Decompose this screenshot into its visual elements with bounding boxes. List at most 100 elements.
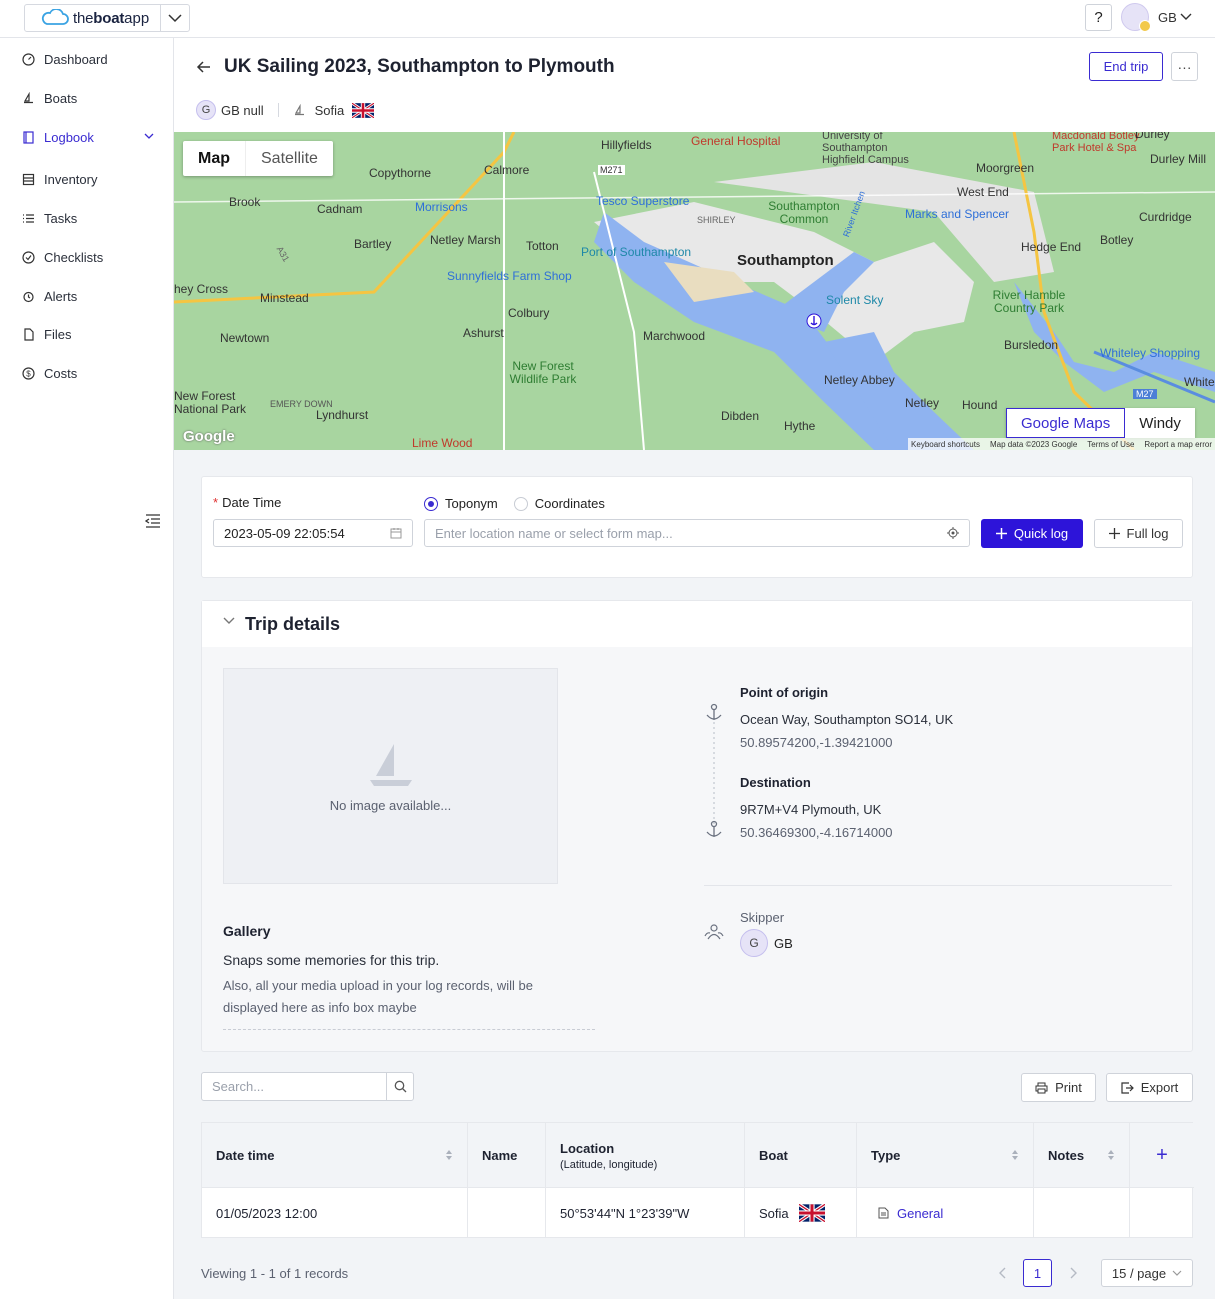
no-image-text: No image available...	[329, 797, 452, 813]
app-logo[interactable]: the boat app	[25, 5, 161, 31]
records-search-input[interactable]: Search...	[201, 1072, 414, 1101]
dashboard-icon	[22, 53, 35, 66]
files-icon	[24, 328, 34, 341]
help-button[interactable]: ?	[1085, 4, 1112, 31]
column-header-type[interactable]: Type	[857, 1123, 1034, 1188]
date-time-input[interactable]: 2023-05-09 22:05:54	[213, 519, 413, 547]
sidebar-item-logbook[interactable]: Logbook	[22, 130, 94, 145]
back-arrow-icon[interactable]	[196, 59, 212, 75]
date-time-label: * Date Time	[213, 495, 282, 510]
sidebar-item-inventory[interactable]: Inventory	[22, 172, 97, 187]
location-mode-radio: Toponym Coordinates	[424, 496, 605, 511]
destination-coordinates: 50.36469300,-4.16714000	[740, 825, 893, 840]
trip-header: UK Sailing 2023, Southampton to Plymouth…	[174, 38, 1215, 132]
chevron-down-icon[interactable]	[223, 616, 235, 626]
map-label: Newtown	[220, 331, 270, 345]
sidebar-item-costs[interactable]: $ Costs	[22, 366, 77, 381]
collapse-sidebar-icon[interactable]	[145, 514, 161, 528]
app-switcher-dropdown[interactable]	[161, 13, 189, 23]
map-label: Durley Mill	[1150, 152, 1207, 166]
search-button[interactable]	[386, 1073, 413, 1100]
locate-icon[interactable]	[947, 527, 959, 539]
full-log-button[interactable]: Full log	[1094, 519, 1183, 548]
column-header-datetime[interactable]: Date time	[202, 1123, 468, 1188]
chevron-right-icon	[1070, 1267, 1077, 1279]
sidebar-item-label: Logbook	[44, 130, 94, 145]
map-label: Southampton	[737, 252, 834, 269]
sidebar-item-files[interactable]: Files	[22, 327, 71, 342]
costs-icon: $	[22, 367, 35, 380]
add-column-button[interactable]: +	[1130, 1123, 1194, 1188]
boat-icon	[294, 103, 304, 115]
map-label: hey Cross	[174, 282, 229, 296]
map-label: West End	[957, 185, 1009, 199]
user-initials[interactable]: GB	[1158, 10, 1177, 25]
user-menu-chevron-icon[interactable]	[1180, 8, 1192, 26]
sidebar-item-tasks[interactable]: Tasks	[22, 211, 77, 226]
map-data-text: Map data ©2023 Google	[989, 439, 1078, 449]
cell-datetime: 01/05/2023 12:00	[202, 1188, 468, 1238]
column-header-notes[interactable]: Notes	[1034, 1123, 1130, 1188]
map-label: M27	[1133, 389, 1157, 399]
main-content: UK Sailing 2023, Southampton to Plymouth…	[174, 38, 1215, 1299]
trip-details-card: Trip details No image available... Galle…	[201, 600, 1193, 1052]
inventory-icon	[22, 173, 35, 186]
map-label: SHIRLEY	[697, 215, 736, 225]
document-icon	[878, 1207, 889, 1219]
map-marker-icon[interactable]	[806, 313, 822, 329]
sort-icon[interactable]	[1107, 1149, 1115, 1161]
sort-icon[interactable]	[1011, 1149, 1019, 1161]
page-button-1[interactable]: 1	[1023, 1259, 1052, 1287]
map-label: Curdridge	[1139, 210, 1192, 224]
skipper-avatar: G	[740, 929, 768, 957]
app-switcher[interactable]: the boat app	[24, 4, 190, 32]
map-label: Hedge End	[1021, 240, 1082, 254]
calendar-icon	[390, 528, 402, 539]
windy-button[interactable]: Windy	[1125, 408, 1195, 438]
sort-icon[interactable]	[445, 1149, 453, 1161]
radio-toponym[interactable]: Toponym	[424, 496, 498, 511]
map-label: University of Southampton Highfield Camp…	[822, 132, 909, 166]
prev-page-button[interactable]	[993, 1259, 1013, 1287]
cell-location: 50°53'44"N 1°23'39"W	[546, 1188, 745, 1238]
chevron-left-icon	[999, 1267, 1006, 1279]
print-button[interactable]: Print	[1021, 1073, 1096, 1102]
sailboat-icon	[369, 743, 412, 786]
terms-link[interactable]: Terms of Use	[1087, 440, 1134, 449]
type-link[interactable]: General	[897, 1206, 943, 1221]
user-avatar[interactable]	[1121, 3, 1151, 32]
location-input[interactable]: Enter location name or select form map..…	[424, 519, 970, 547]
plus-icon	[995, 528, 1007, 539]
map-label: Totton	[526, 239, 559, 253]
sidebar-item-label: Boats	[44, 91, 78, 106]
sidebar-item-alerts[interactable]: Alerts	[22, 289, 77, 304]
map-label: Marchwood	[643, 329, 706, 343]
end-trip-button[interactable]: End trip	[1089, 52, 1163, 81]
sidebar-item-boats[interactable]: Boats	[22, 91, 77, 106]
destination-section: Destination 9R7M+V4 Plymouth, UK 50.3646…	[740, 775, 893, 840]
report-error-link[interactable]: Report a map error	[1144, 440, 1212, 449]
sidebar-item-label: Files	[44, 327, 72, 342]
radio-coordinates[interactable]: Coordinates	[513, 496, 605, 511]
quick-log-card: * Date Time 2023-05-09 22:05:54 Toponym C…	[201, 476, 1193, 578]
map-label: General Hospital	[691, 134, 781, 148]
quick-log-button[interactable]: Quick log	[981, 519, 1083, 548]
records-table: Date time Name Location (Latitude, longi…	[201, 1122, 1194, 1238]
google-maps-button[interactable]: Google Maps	[1006, 408, 1126, 438]
logbook-expand-chevron-icon[interactable]	[144, 132, 154, 140]
export-button[interactable]: Export	[1106, 1073, 1193, 1102]
column-header-boat: Boat	[745, 1123, 857, 1188]
map-labels: Hillyfields General Hospital University …	[174, 132, 1215, 450]
printer-icon	[1035, 1082, 1048, 1093]
map-label: Netley	[905, 396, 940, 410]
sidebar-item-checklists[interactable]: Checklists	[22, 250, 103, 265]
more-options-button[interactable]: ···	[1171, 52, 1198, 81]
trip-map[interactable]: Map Satellite Hillyfields General Hospit…	[174, 132, 1215, 450]
keyboard-shortcuts-link[interactable]: Keyboard shortcuts	[911, 440, 980, 449]
logo-text-boat: boat	[93, 9, 125, 27]
page-size-select[interactable]: 15 / page	[1101, 1259, 1193, 1287]
sidebar-item-dashboard[interactable]: Dashboard	[22, 52, 108, 67]
uk-flag-icon	[798, 1204, 825, 1222]
trip-details-header[interactable]: Trip details	[202, 601, 1192, 647]
next-page-button[interactable]	[1063, 1259, 1083, 1287]
